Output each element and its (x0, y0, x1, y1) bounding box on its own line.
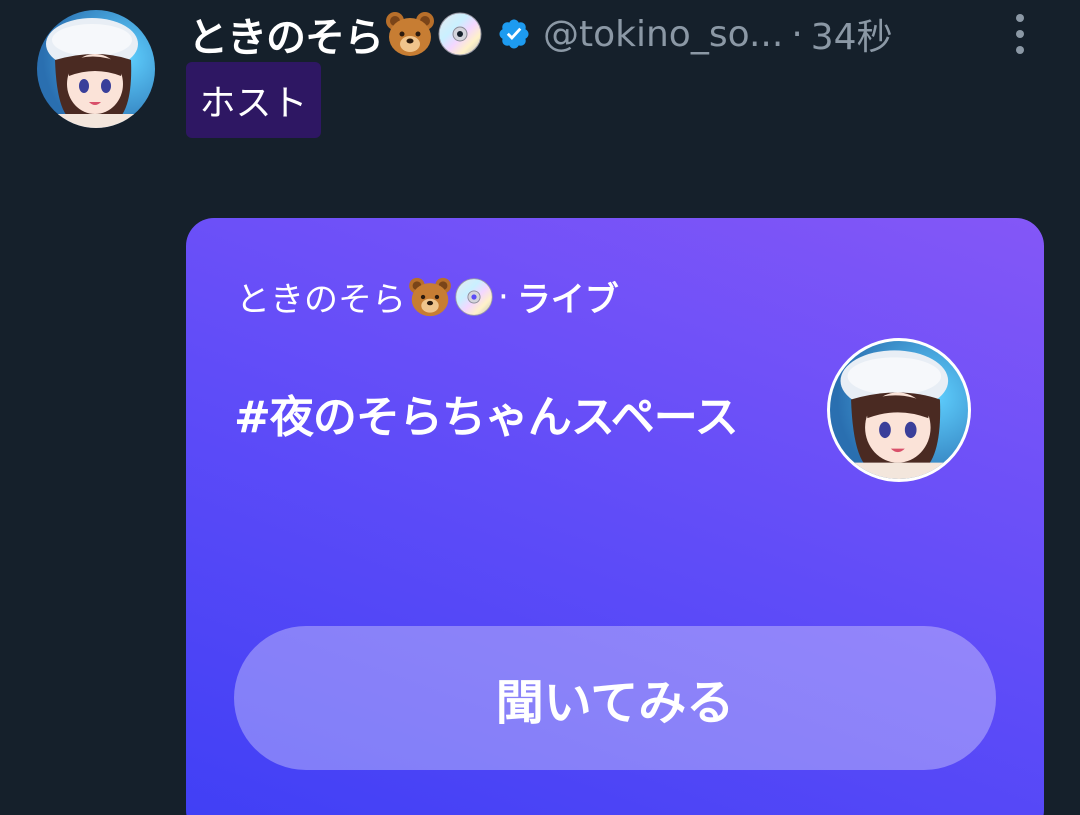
avatar-image (830, 341, 968, 479)
separator-dot: · (791, 13, 803, 55)
user-handle[interactable]: @tokino_so... (543, 14, 783, 55)
listen-button[interactable]: 聞いてみる (234, 626, 996, 770)
verified-badge-icon (497, 17, 531, 51)
more-vertical-icon[interactable] (1005, 12, 1035, 56)
space-separator: · (498, 276, 509, 317)
space-host-avatar (827, 338, 971, 482)
space-card[interactable]: ときのそら · ライブ #夜のそらちゃんスペース 聞いてみる (186, 218, 1044, 815)
space-title: #夜のそらちゃんスペース (234, 392, 739, 443)
bear-face-icon (408, 277, 452, 317)
host-badge: ホスト (186, 62, 321, 138)
timestamp[interactable]: 34秒 (811, 8, 893, 60)
space-host-name: ときのそら (236, 280, 406, 320)
tweet-header: ときのそら @tokino_so... · 34秒 (188, 6, 893, 62)
avatar-image (37, 10, 155, 128)
space-live-status: ライブ (516, 280, 619, 320)
tweet-container: ときのそら @tokino_so... · 34秒 ホスト ときのそら · ライ… (0, 0, 1080, 815)
dvd-disc-icon (454, 277, 494, 317)
dvd-disc-icon (437, 11, 483, 57)
avatar[interactable] (37, 10, 155, 128)
bear-face-icon (385, 11, 435, 57)
display-name[interactable]: ときのそら (188, 5, 384, 63)
space-host-line: ときのそら · ライブ (236, 272, 619, 321)
